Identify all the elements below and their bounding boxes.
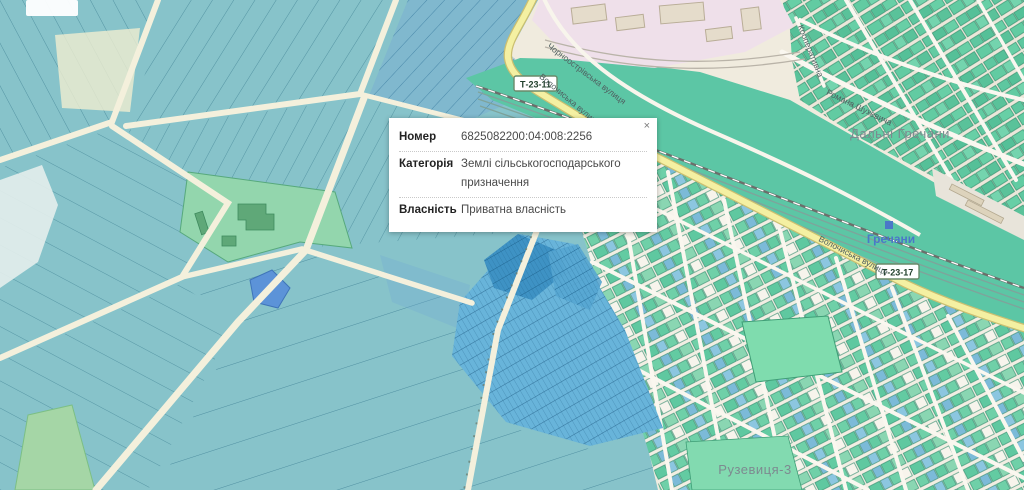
popup-label: Власність <box>399 201 461 220</box>
popup-label: Номер <box>399 128 461 147</box>
svg-text:Гречани: Гречани <box>867 232 915 246</box>
popup-value: Землі сільськогосподарського призначення <box>461 155 647 193</box>
park-block <box>742 316 842 382</box>
popup-value: 6825082200:04:008:2256 <box>461 128 647 147</box>
popup-row-ownership: Власність Приватна власність <box>399 198 647 224</box>
parcel-info-popup: × Номер 6825082200:04:008:2256 Категорія… <box>389 118 657 232</box>
map-control-partial[interactable] <box>26 0 78 16</box>
popup-value: Приватна власність <box>461 201 647 220</box>
cadastral-map-screen: Т-23-11 Т-23-17 Чорноострівська вулиця В… <box>0 0 1024 490</box>
cadastral-map[interactable]: Т-23-11 Т-23-17 Чорноострівська вулиця В… <box>0 0 1024 490</box>
place-label-dalni-hrechany: Дальні Гречани <box>850 126 950 141</box>
popup-close-icon[interactable]: × <box>644 121 650 132</box>
popup-row-number: Номер 6825082200:04:008:2256 <box>399 125 647 152</box>
popup-row-category: Категорія Землі сільськогосподарського п… <box>399 152 647 198</box>
place-label-ruzevytsia: Рузевиця-3 <box>718 462 791 477</box>
popup-label: Категорія <box>399 155 461 193</box>
